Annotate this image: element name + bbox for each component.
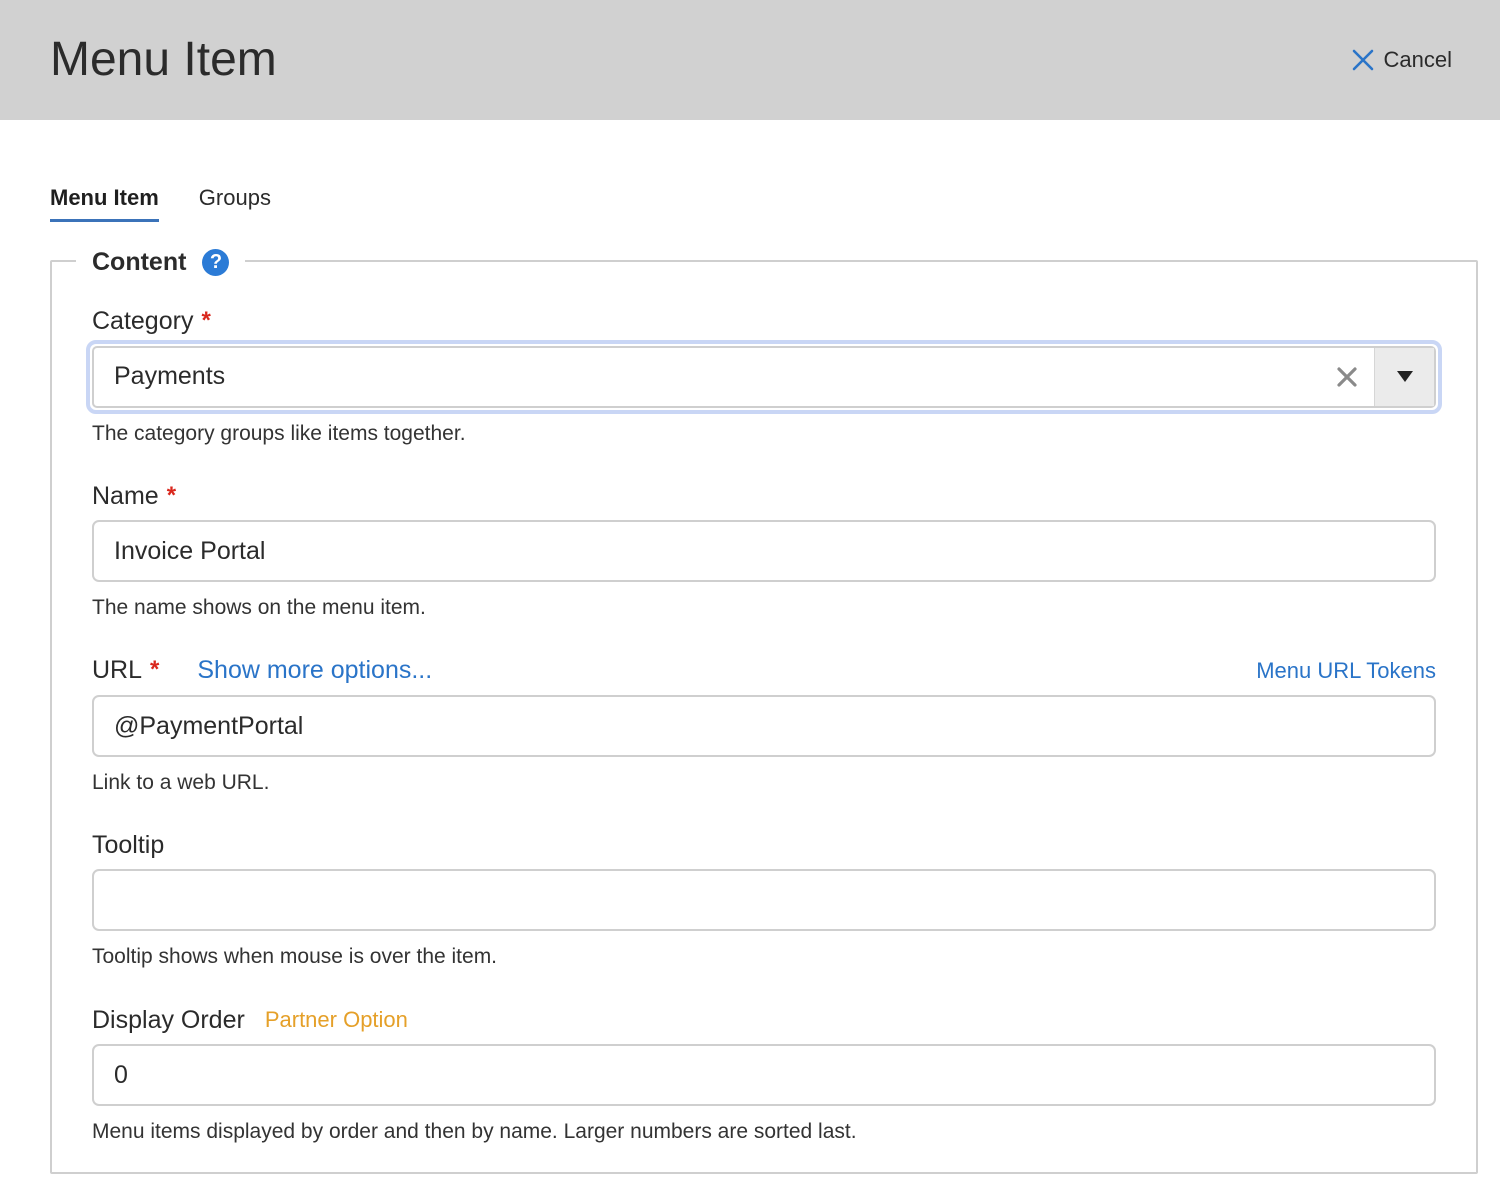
close-icon	[1352, 49, 1374, 71]
name-field[interactable]: Invoice Portal	[92, 520, 1436, 582]
url-help-text: Link to a web URL.	[92, 771, 270, 794]
tab-menu-item[interactable]: Menu Item	[50, 180, 159, 222]
help-icon[interactable]: ?	[202, 248, 230, 276]
clear-icon[interactable]	[1320, 348, 1374, 406]
menu-url-tokens-link[interactable]: Menu URL Tokens	[1256, 655, 1436, 687]
display-order-label-row: Display Order Partner Option	[92, 1004, 408, 1036]
url-field[interactable]: @PaymentPortal	[92, 695, 1436, 757]
content-legend: Content ?	[76, 244, 246, 280]
tooltip-label: Tooltip	[92, 830, 165, 859]
category-label-row: Category *	[92, 305, 211, 337]
page-title: Menu Item	[50, 33, 277, 86]
cancel-label: Cancel	[1383, 47, 1452, 72]
url-label: URL	[92, 655, 143, 684]
tooltip-help-text: Tooltip shows when mouse is over the ite…	[92, 945, 498, 968]
chevron-down-icon[interactable]	[1374, 348, 1434, 406]
category-label: Category	[92, 306, 194, 335]
display-order-help-text: Menu items displayed by order and then b…	[92, 1120, 857, 1143]
partner-option-badge: Partner Option	[264, 1007, 408, 1032]
display-order-field[interactable]: 0	[92, 1044, 1436, 1106]
tooltip-field[interactable]	[92, 869, 1436, 931]
required-marker: *	[166, 482, 177, 509]
display-order-label: Display Order	[92, 1005, 245, 1034]
name-label-row: Name *	[92, 480, 176, 512]
category-select[interactable]: Payments	[92, 346, 1436, 408]
tab-bar: Menu Item Groups	[50, 180, 271, 222]
cancel-button[interactable]: Cancel	[1352, 40, 1452, 80]
tab-groups[interactable]: Groups	[199, 180, 271, 222]
page-header: Menu Item Cancel	[0, 0, 1500, 120]
name-label: Name	[92, 481, 159, 510]
category-focus-ring: Payments	[86, 340, 1442, 414]
section-title: Content	[92, 247, 187, 276]
required-marker: *	[201, 307, 211, 334]
category-selected-value: Payments	[114, 362, 226, 390]
category-help-text: The category groups like items together.	[92, 422, 466, 445]
required-marker: *	[150, 656, 160, 683]
show-more-options-link[interactable]: Show more options...	[197, 656, 432, 685]
name-help-text: The name shows on the menu item.	[92, 596, 426, 619]
tooltip-label-row: Tooltip	[92, 829, 164, 861]
url-label-row: URL * Show more options...	[92, 654, 432, 686]
